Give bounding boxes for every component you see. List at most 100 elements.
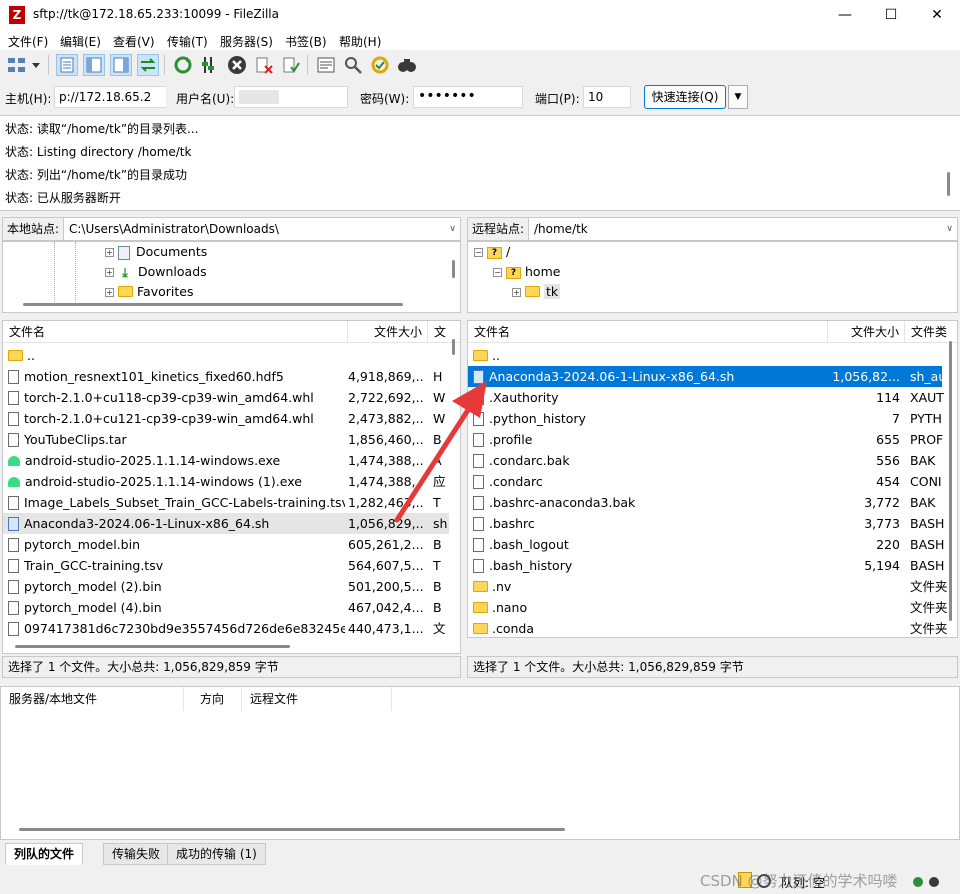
queue-column-local[interactable]: 服务器/本地文件 bbox=[1, 687, 184, 711]
download-icon: ⤓ bbox=[122, 264, 128, 280]
script-file-icon bbox=[8, 516, 19, 531]
file-row[interactable]: .. bbox=[468, 345, 942, 366]
search-remote-files-icon[interactable] bbox=[396, 54, 418, 76]
file-row[interactable]: .nano 文件夹 bbox=[468, 597, 948, 618]
file-row[interactable]: pytorch_model (4).bin 467,042,4... B bbox=[3, 597, 449, 618]
chevron-down-icon[interactable]: ∨ bbox=[946, 218, 953, 240]
menu-edit[interactable]: 编辑(E) bbox=[60, 33, 101, 50]
expand-icon[interactable]: + bbox=[105, 288, 114, 297]
file-size: 3,773 bbox=[864, 516, 900, 531]
compare-directories-icon[interactable] bbox=[342, 54, 364, 76]
file-row[interactable]: Image_Labels_Subset_Train_GCC-Labels-tra… bbox=[3, 492, 449, 513]
queue-column-direction[interactable]: 方向 bbox=[184, 687, 242, 711]
password-field[interactable]: ••••••• bbox=[413, 86, 523, 108]
disconnect-icon[interactable] bbox=[253, 54, 275, 76]
tree-item-home[interactable]: −? home bbox=[493, 262, 560, 282]
file-row[interactable]: pytorch_model (2).bin 501,200,5... B bbox=[3, 576, 449, 597]
chevron-down-icon[interactable]: ∨ bbox=[449, 218, 456, 240]
file-row[interactable]: YouTubeClips.tar 1,856,460,... B bbox=[3, 429, 449, 450]
file-row[interactable]: .Xauthority 114 XAUT bbox=[468, 387, 944, 408]
reconnect-icon[interactable] bbox=[280, 54, 302, 76]
file-row[interactable]: torch-2.1.0+cu118-cp39-cp39-win_amd64.wh… bbox=[3, 387, 449, 408]
file-row[interactable]: Anaconda3-2024.06-1-Linux-x86_64.sh 1,056… bbox=[468, 366, 946, 387]
menu-help[interactable]: 帮助(H) bbox=[339, 33, 381, 50]
tree-item-documents[interactable]: + Documents bbox=[105, 242, 207, 262]
log-scrollbar[interactable] bbox=[947, 172, 950, 196]
file-row[interactable]: pytorch_model.bin 605,261,2... B bbox=[3, 534, 449, 555]
collapse-icon[interactable]: − bbox=[493, 268, 502, 277]
file-row[interactable]: .condarc 454 CONI bbox=[468, 471, 942, 492]
file-row[interactable]: .bashrc 3,773 BASH bbox=[468, 513, 944, 534]
toggle-queue-icon[interactable] bbox=[137, 54, 159, 76]
file-row[interactable]: Anaconda3-2024.06-1-Linux-x86_64.sh 1,056… bbox=[3, 513, 449, 534]
column-filetype[interactable]: 文件类 bbox=[905, 321, 957, 343]
maximize-button[interactable]: ☐ bbox=[868, 0, 914, 30]
file-row[interactable]: 097417381d6c7230bd9e3557456d726de6e83245… bbox=[3, 618, 449, 639]
tree-item-tk[interactable]: + tk bbox=[512, 282, 561, 302]
directory-listing-filter-icon[interactable] bbox=[315, 54, 337, 76]
file-name-cell: .Xauthority bbox=[473, 387, 825, 408]
queue-column-remote[interactable]: 远程文件 bbox=[242, 687, 392, 711]
file-row[interactable]: .bash_logout 220 BASH bbox=[468, 534, 944, 555]
expand-icon[interactable]: + bbox=[105, 248, 114, 257]
host-field[interactable]: p://172.18.65.2 bbox=[54, 86, 166, 108]
file-row[interactable]: motion_resnext101_kinetics_fixed60.hdf5 4… bbox=[3, 366, 449, 387]
tree-item-downloads[interactable]: + ⤓ Downloads bbox=[105, 262, 207, 282]
bottom-status-bar: 队列: 空 CSDN @努力还债的学术吗喽 bbox=[0, 868, 960, 894]
tab-queued-files[interactable]: 列队的文件 bbox=[5, 843, 84, 865]
local-tree-scrollbar[interactable] bbox=[452, 260, 455, 278]
toggle-remote-tree-icon[interactable] bbox=[110, 54, 132, 76]
toggle-local-tree-icon[interactable] bbox=[83, 54, 105, 76]
close-button[interactable]: ✕ bbox=[914, 0, 960, 30]
tab-failed-transfers[interactable]: 传输失败 bbox=[103, 843, 170, 865]
local-tree-hscrollbar[interactable] bbox=[23, 303, 403, 306]
expand-icon[interactable]: + bbox=[105, 268, 114, 277]
local-path-input[interactable]: C:\Users\Administrator\Downloads\ bbox=[69, 218, 279, 240]
column-filename[interactable]: 文件名 bbox=[3, 321, 348, 343]
quickconnect-button[interactable]: 快速连接(Q) bbox=[644, 85, 726, 109]
site-manager-dropdown-icon[interactable] bbox=[29, 54, 43, 76]
file-row[interactable]: .bashrc-anaconda3.bak 3,772 BAK bbox=[468, 492, 942, 513]
refresh-icon[interactable] bbox=[172, 54, 194, 76]
port-field[interactable]: 10 bbox=[583, 86, 631, 108]
tree-item-favorites[interactable]: + Favorites bbox=[105, 282, 193, 302]
column-filename[interactable]: 文件名 bbox=[468, 321, 828, 343]
file-row[interactable]: android-studio-2025.1.1.14-windows (1).e… bbox=[3, 471, 449, 492]
file-row[interactable]: .. bbox=[3, 345, 449, 366]
menu-file[interactable]: 文件(F) bbox=[8, 33, 48, 50]
menu-bookmarks[interactable]: 书签(B) bbox=[285, 33, 327, 50]
file-row[interactable]: Train_GCC-training.tsv 564,607,5... T bbox=[3, 555, 449, 576]
file-row[interactable]: .nv 文件夹 bbox=[468, 576, 948, 597]
file-row[interactable]: .condarc.bak 556 BAK bbox=[468, 450, 942, 471]
column-filesize[interactable]: 文件大小 bbox=[348, 321, 428, 343]
tree-item-root[interactable]: −? / bbox=[474, 242, 510, 262]
file-row[interactable]: .python_history 7 PYTH bbox=[468, 408, 942, 429]
menu-transfer[interactable]: 传输(T) bbox=[167, 33, 208, 50]
synchronized-browsing-icon[interactable] bbox=[369, 54, 391, 76]
file-row[interactable]: .conda 文件夹 bbox=[468, 618, 948, 637]
tab-successful-transfers[interactable]: 成功的传输 (1) bbox=[167, 843, 266, 865]
column-filetype[interactable]: 文 bbox=[428, 321, 460, 343]
file-row[interactable]: torch-2.1.0+cu121-cp39-cp39-win_amd64.wh… bbox=[3, 408, 449, 429]
minimize-button[interactable]: — bbox=[822, 0, 868, 30]
menu-view[interactable]: 查看(V) bbox=[113, 33, 155, 50]
expand-icon[interactable]: + bbox=[512, 288, 521, 297]
menu-server[interactable]: 服务器(S) bbox=[220, 33, 273, 50]
file-icon bbox=[473, 558, 484, 573]
file-row[interactable]: .bash_history 5,194 BASH bbox=[468, 555, 944, 576]
username-field[interactable] bbox=[234, 86, 348, 108]
local-list-hscrollbar[interactable] bbox=[15, 645, 290, 648]
remote-path-input[interactable]: /home/tk bbox=[534, 218, 588, 240]
collapse-icon[interactable]: − bbox=[474, 248, 483, 257]
cancel-icon[interactable] bbox=[226, 54, 248, 76]
column-filesize[interactable]: 文件大小 bbox=[828, 321, 905, 343]
file-row[interactable]: android-studio-2025.1.1.14-windows.exe 1,… bbox=[3, 450, 449, 471]
queue-hscrollbar[interactable] bbox=[19, 828, 565, 831]
file-row[interactable]: .profile 655 PROF bbox=[468, 429, 943, 450]
remote-list-scrollbar[interactable] bbox=[949, 341, 952, 621]
quickconnect-history-dropdown[interactable]: ▼ bbox=[728, 85, 748, 109]
site-manager-icon[interactable] bbox=[6, 54, 28, 76]
process-queue-icon[interactable] bbox=[199, 54, 221, 76]
toggle-log-icon[interactable] bbox=[56, 54, 78, 76]
local-list-scrollbar[interactable] bbox=[452, 339, 455, 355]
